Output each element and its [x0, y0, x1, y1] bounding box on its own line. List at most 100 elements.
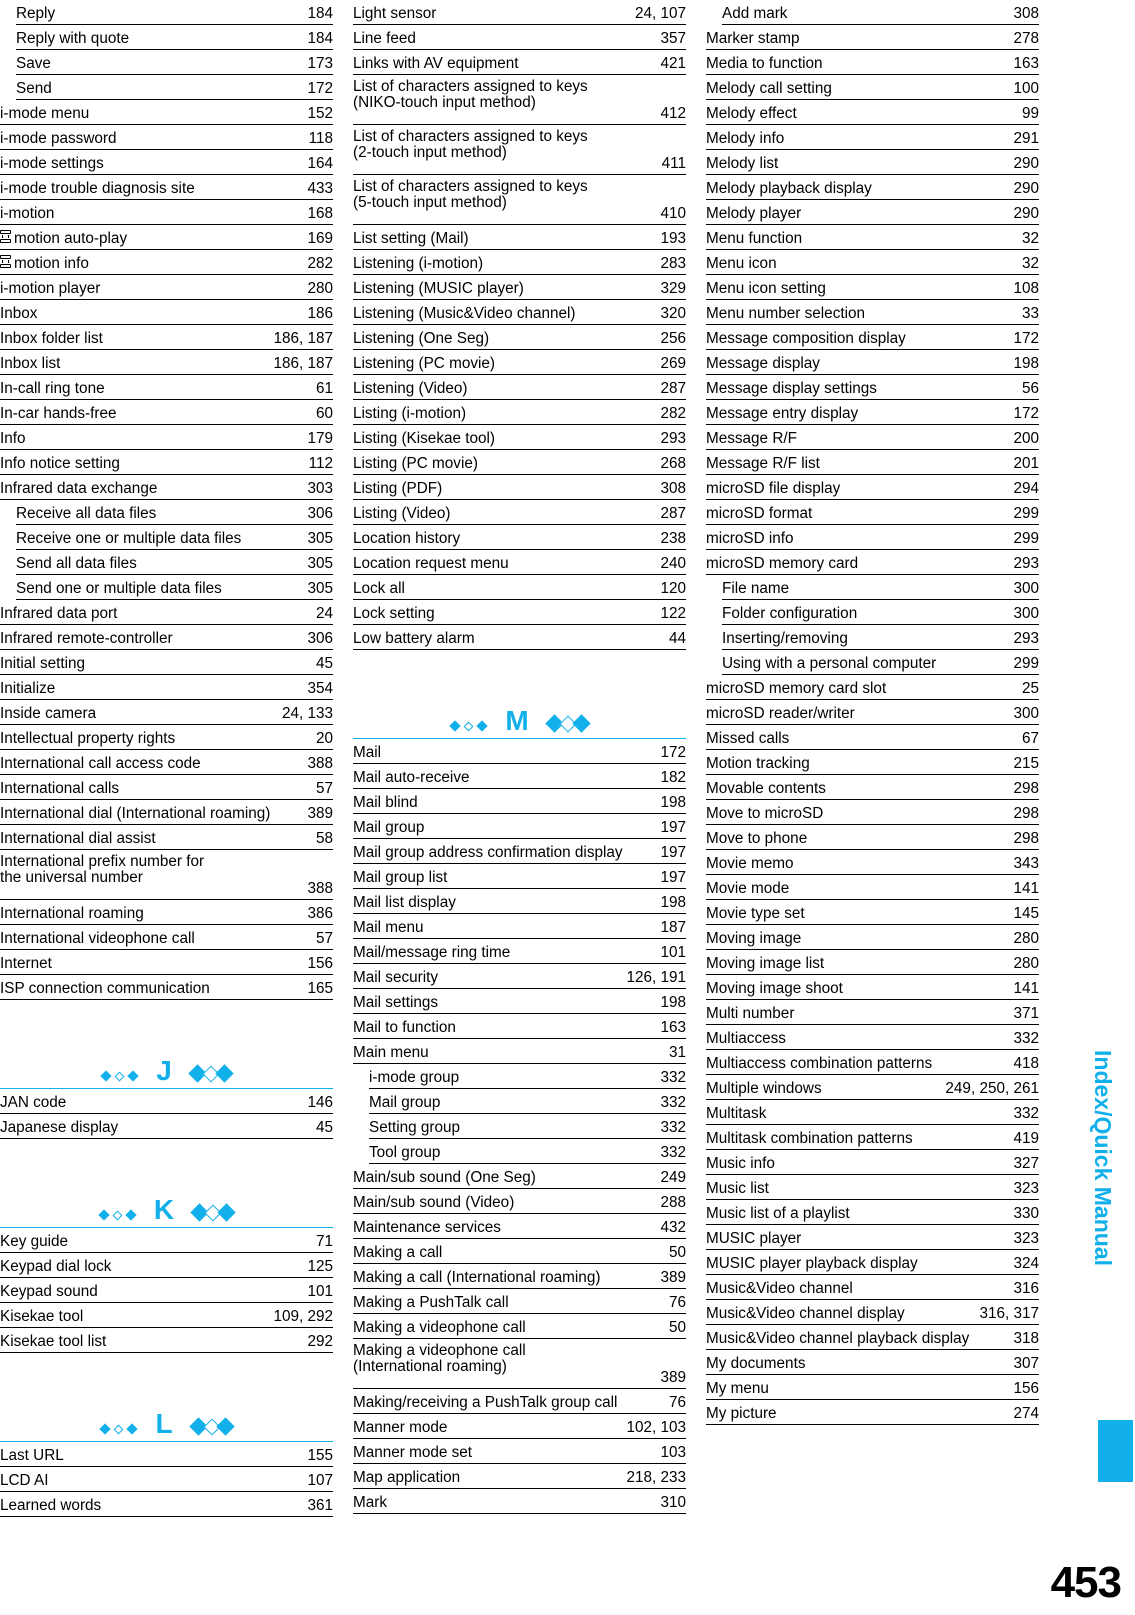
index-entry-term: File name	[722, 579, 790, 597]
index-entry: MUSIC player playback display 324	[706, 1250, 1039, 1275]
index-entry: Main/sub sound (One Seg) 249	[353, 1164, 686, 1189]
index-entry-term: Listening (i-motion)	[353, 254, 484, 272]
index-entry-term: In-car hands-free	[0, 404, 117, 422]
index-entry: Message composition display 172	[706, 325, 1039, 350]
index-entry-term: My menu	[706, 1379, 769, 1397]
index-entry-pages: 299	[1013, 654, 1039, 672]
index-entry-pages: 354	[307, 679, 333, 697]
index-entry-term: Listening (Video)	[353, 379, 468, 397]
index-entry-term: Listening (One Seg)	[353, 329, 490, 347]
index-entry-term: Music list of a playlist	[706, 1204, 850, 1222]
index-entry: Making a videophone call (International …	[353, 1339, 686, 1389]
index-entry-term: i-mode group	[369, 1068, 460, 1086]
index-entry: Receive one or multiple data files 305	[16, 525, 333, 550]
index-entry-term: Multiple windows	[706, 1079, 822, 1097]
index-entry-term: Music&Video channel display	[706, 1304, 905, 1322]
side-tab-label: Index/Quick Manual	[1090, 1050, 1116, 1266]
index-entry-pages: 386	[307, 904, 333, 922]
index-entry: Movie memo 343	[706, 850, 1039, 875]
index-entry-pages: 44	[668, 629, 686, 647]
index-entry-term: Multitask combination patterns	[706, 1129, 913, 1147]
index-entry-term: Multiaccess	[706, 1029, 786, 1047]
index-entry-pages: 155	[307, 1446, 333, 1464]
index-entry-group: Reply 184 Reply with quote 184 Save 173 Send 17…	[0, 0, 333, 1000]
index-entry: Main/sub sound (Video) 288	[353, 1189, 686, 1214]
index-entry-term: Mail group list	[353, 868, 448, 886]
index-entry-term: Links with AV equipment	[353, 54, 519, 72]
index-entry-term: Add mark	[722, 4, 788, 22]
index-entry: Music list 323	[706, 1175, 1039, 1200]
index-entry-term: Moving image	[706, 929, 802, 947]
index-entry-pages: 332	[660, 1143, 686, 1161]
index-entry-pages: 343	[1013, 854, 1039, 872]
index-entry-pages: 288	[660, 1193, 686, 1211]
index-entry-pages: 156	[307, 954, 333, 972]
index-entry: Maintenance services 432	[353, 1214, 686, 1239]
index-entry-pages: 50	[668, 1318, 686, 1336]
index-entry-term: Inbox list	[0, 354, 61, 372]
index-entry: My picture 274	[706, 1400, 1039, 1425]
index-entry: Key guide 71	[0, 1228, 333, 1253]
index-entry-pages: 274	[1013, 1404, 1039, 1422]
index-entry: Music&Video channel playback display 318	[706, 1325, 1039, 1350]
index-entry-term: Music&Video channel	[706, 1279, 853, 1297]
index-entry: Melody playback display 290	[706, 175, 1039, 200]
index-entry: Music&Video channel 316	[706, 1275, 1039, 1300]
index-entry-pages: 107	[307, 1471, 333, 1489]
index-entry: Listening (PC movie) 269	[353, 350, 686, 375]
index-entry: Infrared data exchange 303	[0, 475, 333, 500]
index-entry: i-mode menu 152	[0, 100, 333, 125]
index-entry-term: Main/sub sound (Video)	[353, 1193, 515, 1211]
index-entry-term: Movie type set	[706, 904, 805, 922]
index-entry-pages: 389	[307, 804, 333, 822]
index-entry: Send all data files 305	[16, 550, 333, 575]
index-entry: Low battery alarm 44	[353, 625, 686, 650]
index-entry: File name 300	[722, 575, 1039, 600]
index-entry-term: My documents	[706, 1354, 806, 1372]
index-entry-term: Making a videophone call (International …	[353, 1342, 526, 1375]
index-entry-pages: 197	[660, 843, 686, 861]
diamond-icon	[112, 1210, 123, 1221]
index-entry-term: Making a PushTalk call	[353, 1293, 509, 1311]
index-entry-term: Main menu	[353, 1043, 429, 1061]
index-entry-term: ISP connection communication	[0, 979, 210, 997]
index-entry: microSD info 299	[706, 525, 1039, 550]
index-entry-term: Main/sub sound (One Seg)	[353, 1168, 536, 1186]
index-entry-pages: 282	[660, 404, 686, 422]
index-entry-pages: 303	[307, 479, 333, 497]
index-entry: Info notice setting 112	[0, 450, 333, 475]
index-entry: List of characters assigned to keys (NIK…	[353, 75, 686, 125]
index-entry: Menu function 32	[706, 225, 1039, 250]
alpha-section-letter: M	[505, 705, 529, 736]
index-entry-pages: 433	[307, 179, 333, 197]
index-entry-pages: 307	[1013, 1354, 1039, 1372]
index-entry-pages: 163	[660, 1018, 686, 1036]
index-entry-pages: 45	[315, 1118, 333, 1136]
diamond-icon	[215, 1417, 235, 1436]
index-entry-group: Light sensor 24, 107 Line feed 357 Links wit…	[353, 0, 686, 650]
index-entry: Location request menu 240	[353, 550, 686, 575]
diamond-icon	[127, 1070, 139, 1082]
index-entry-term: Marker stamp	[706, 29, 800, 47]
index-entry-pages: 186, 187	[273, 329, 333, 347]
alpha-section: M Mail 172 Mail auto-receive 182 Mail blind 19…	[353, 650, 686, 1514]
index-entry: motion auto-play 169	[0, 225, 333, 250]
index-entry-pages: 103	[660, 1443, 686, 1461]
index-entry: Mail 172	[353, 739, 686, 764]
index-entry-pages: 306	[307, 504, 333, 522]
index-entry: Message R/F list 201	[706, 450, 1039, 475]
index-entry: Listing (Video) 287	[353, 500, 686, 525]
index-entry: Mail group address confirmation display 1…	[353, 839, 686, 864]
diamond-ornament-right	[188, 1064, 234, 1086]
index-entry: Mail/message ring time 101	[353, 939, 686, 964]
index-entry: In-car hands-free 60	[0, 400, 333, 425]
index-entry-term: List setting (Mail)	[353, 229, 469, 247]
index-entry-pages: 410	[660, 204, 686, 222]
index-entry: International dial assist 58	[0, 825, 333, 850]
index-entry-pages: 32	[1021, 229, 1039, 247]
index-entry: Making a PushTalk call 76	[353, 1289, 686, 1314]
index-entry-term: Making a videophone call	[353, 1318, 526, 1336]
index-entry-pages: 186, 187	[273, 354, 333, 372]
index-entry-term: Key guide	[0, 1232, 69, 1250]
index-entry-term: Kisekae tool	[0, 1307, 84, 1325]
